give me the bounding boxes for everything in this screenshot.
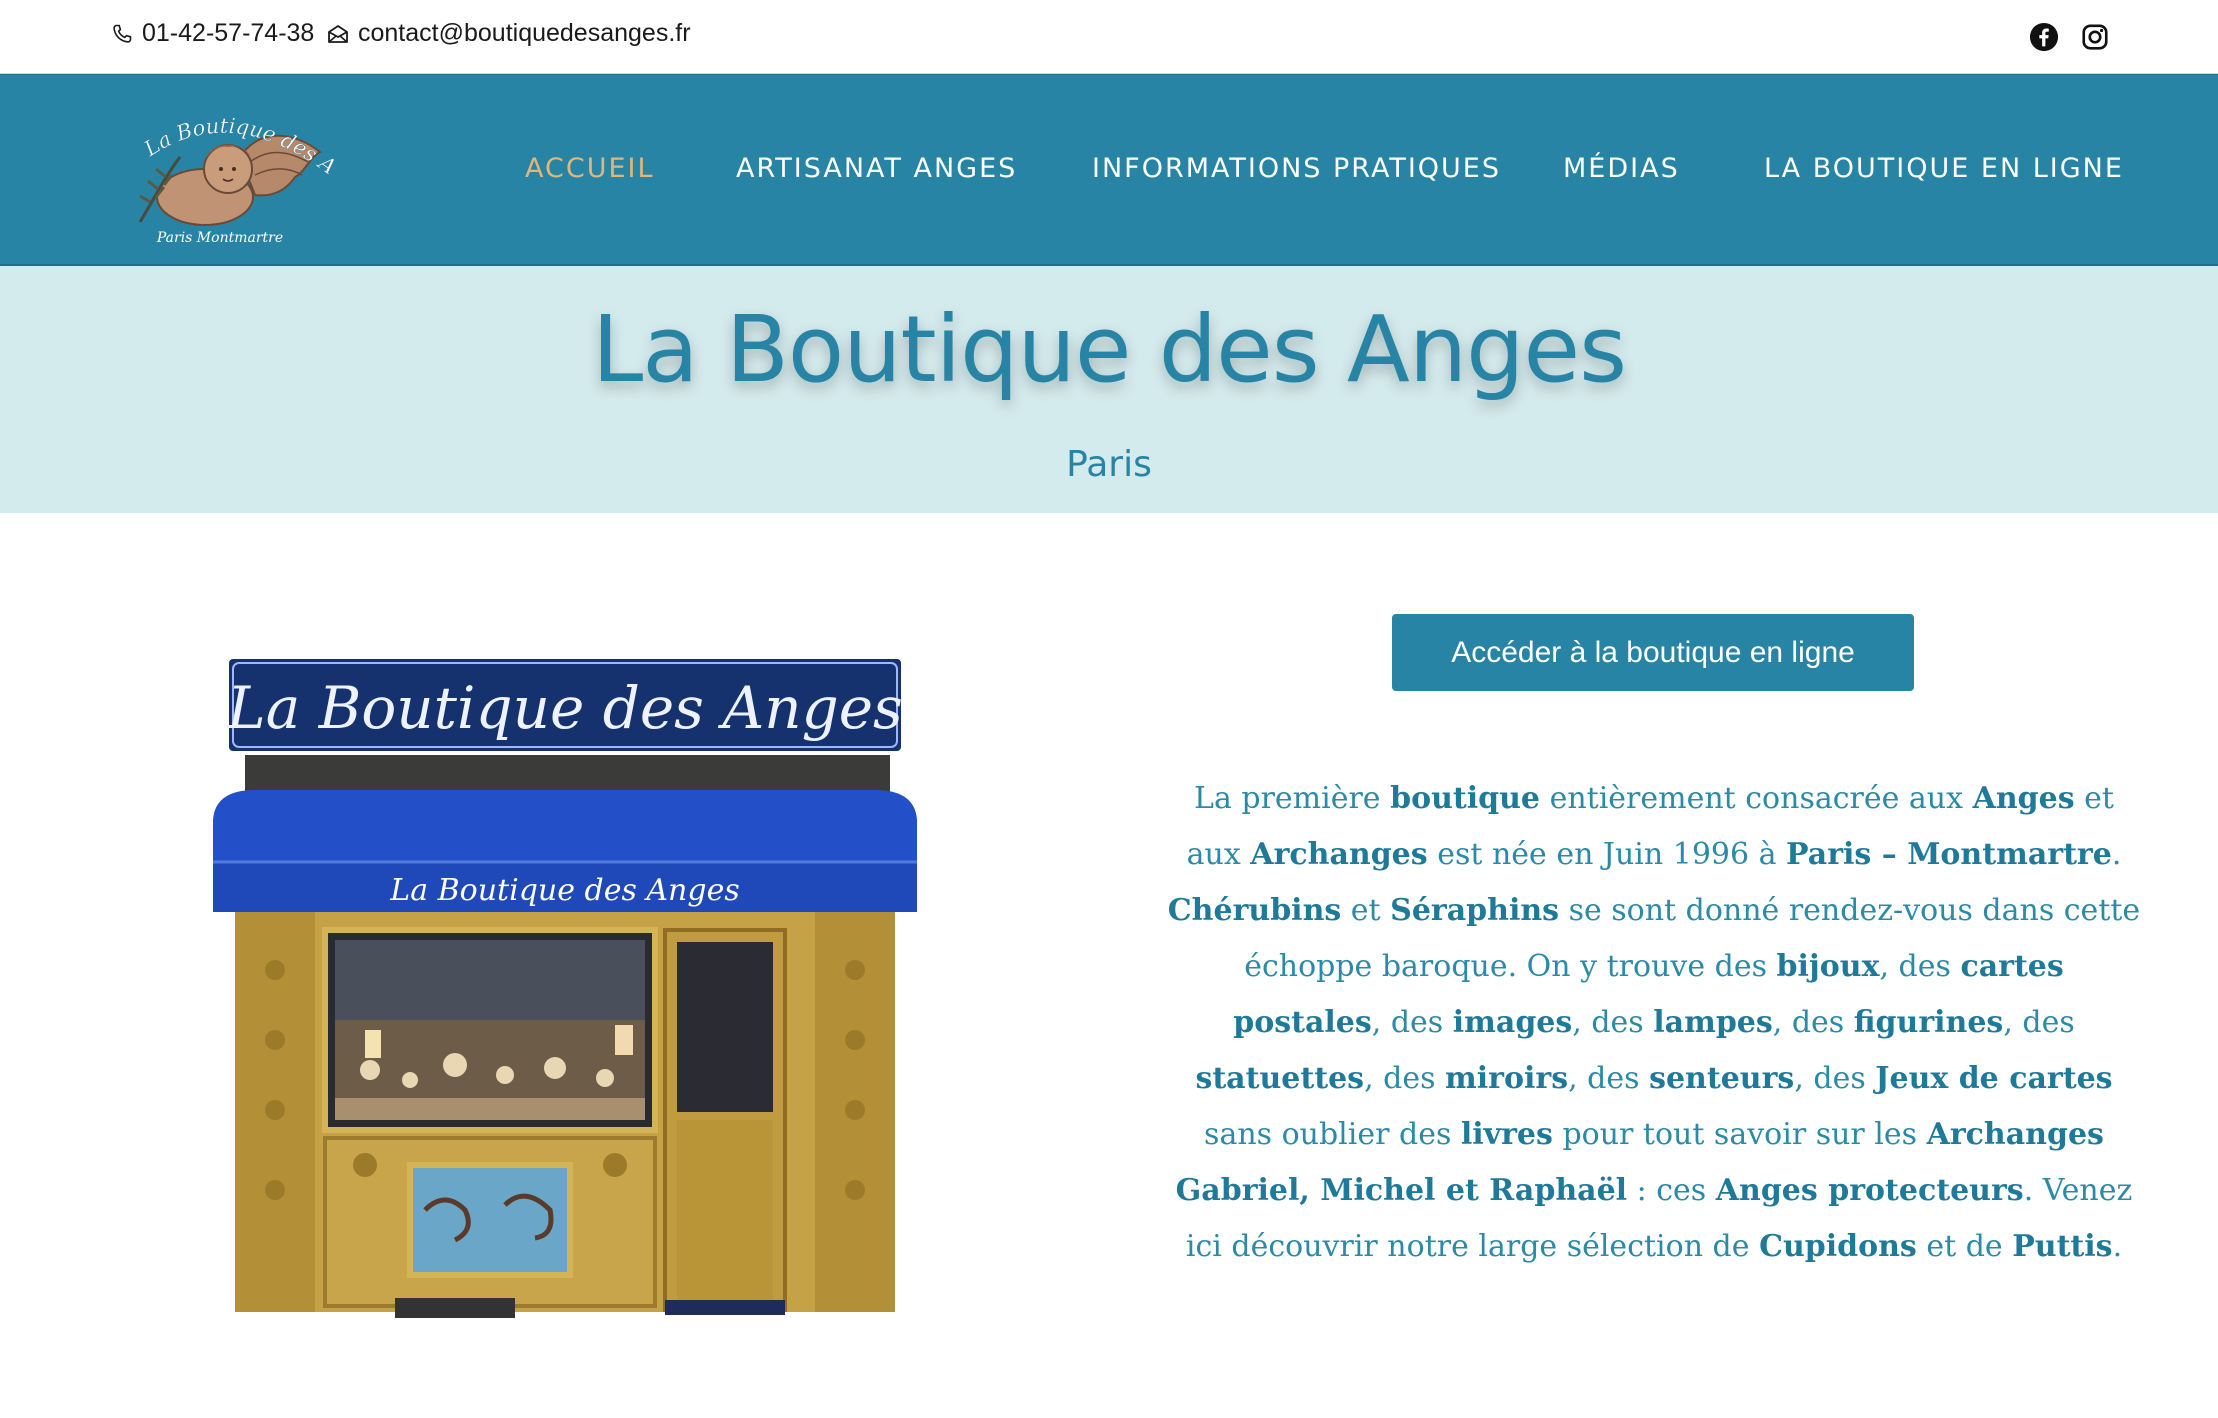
nav-boutique-en-ligne[interactable]: LA BOUTIQUE EN LIGNE	[1764, 153, 2124, 184]
description-keyword: livres	[1460, 1117, 1553, 1152]
description-keyword: lampes	[1653, 1005, 1773, 1040]
description-text: , des	[1364, 1061, 1446, 1096]
hero-banner: La Boutique des Anges Paris	[0, 266, 2218, 513]
description-keyword: Archanges	[1250, 837, 1428, 872]
description-text: La première	[1194, 781, 1391, 816]
nav-accueil[interactable]: ACCUEIL	[525, 153, 655, 184]
site-logo[interactable]: La Boutique des Anges Paris Montmartre	[103, 78, 350, 247]
description-keyword: Séraphins	[1390, 893, 1560, 928]
nav-artisanat-anges[interactable]: ARTISANAT ANGES	[736, 153, 1017, 184]
description-keyword: Puttis	[2012, 1229, 2113, 1264]
page-title: La Boutique des Anges	[591, 296, 1627, 403]
shopfront-image: La Boutique des Anges La Boutique des An…	[195, 650, 935, 1325]
description-text: entièrement consacrée aux	[1540, 781, 1973, 816]
description-text: : ces	[1627, 1173, 1716, 1208]
description-keyword: figurines	[1853, 1005, 2004, 1040]
description-text: , des	[1572, 1005, 1654, 1040]
description-text: , des	[1879, 949, 1961, 984]
description-text: , des	[2003, 1005, 2075, 1040]
description-text: est née en Juin 1996 à	[1427, 837, 1787, 872]
shop-description: La première boutique entièrement consacr…	[1165, 771, 2143, 1275]
top-contact-bar: 01-42-57-74-38 contact@boutiquedesanges.…	[0, 0, 2218, 74]
awning-text: La Boutique des Anges	[389, 873, 739, 908]
description-keyword: miroirs	[1445, 1061, 1569, 1096]
nav-informations-pratiques[interactable]: INFORMATIONS PRATIQUES	[1092, 153, 1501, 184]
email-contact[interactable]: contact@boutiquedesanges.fr	[326, 19, 691, 48]
shop-sign-text: La Boutique des Anges	[226, 674, 903, 742]
description-text: .	[2112, 1229, 2123, 1264]
description-keyword: Anges	[1972, 781, 2075, 816]
description-keyword: bijoux	[1776, 949, 1880, 984]
instagram-icon[interactable]	[2078, 20, 2112, 54]
description-keyword: senteurs	[1649, 1061, 1795, 1096]
nav-medias[interactable]: MÉDIAS	[1563, 153, 1680, 184]
description-text: .	[2111, 837, 2122, 872]
description-keyword: boutique	[1390, 781, 1541, 816]
email-address[interactable]: contact@boutiquedesanges.fr	[358, 19, 691, 48]
page-subtitle: Paris	[1066, 444, 1152, 485]
description-text: , des	[1794, 1061, 1876, 1096]
envelope-open-icon	[328, 24, 348, 43]
description-keyword: Anges protecteurs	[1715, 1173, 2024, 1208]
description-text: et de	[1916, 1229, 2013, 1264]
description-text: , des	[1568, 1061, 1650, 1096]
description-keyword: Paris – Montmartre	[1786, 837, 2112, 872]
description-keyword: images	[1452, 1005, 1573, 1040]
description-keyword: Jeux de cartes	[1875, 1061, 2113, 1096]
logo-subtext: Paris Montmartre	[156, 230, 283, 246]
description-text: , des	[1772, 1005, 1854, 1040]
main-navbar: La Boutique des Anges Paris Montmartre A…	[0, 74, 2218, 266]
online-shop-button[interactable]: Accéder à la boutique en ligne	[1392, 614, 1914, 691]
description-keyword: Chérubins	[1167, 893, 1342, 928]
description-text: et	[1341, 893, 1391, 928]
description-text: pour tout savoir sur les	[1552, 1117, 1927, 1152]
facebook-icon[interactable]	[2027, 20, 2061, 54]
phone-icon	[113, 24, 132, 43]
description-text: sans oublier des	[1204, 1117, 1461, 1152]
description-text: , des	[1371, 1005, 1453, 1040]
description-keyword: statuettes	[1195, 1061, 1365, 1096]
description-keyword: Cupidons	[1759, 1229, 1917, 1264]
phone-contact[interactable]: 01-42-57-74-38	[110, 19, 314, 48]
phone-number[interactable]: 01-42-57-74-38	[142, 19, 314, 48]
